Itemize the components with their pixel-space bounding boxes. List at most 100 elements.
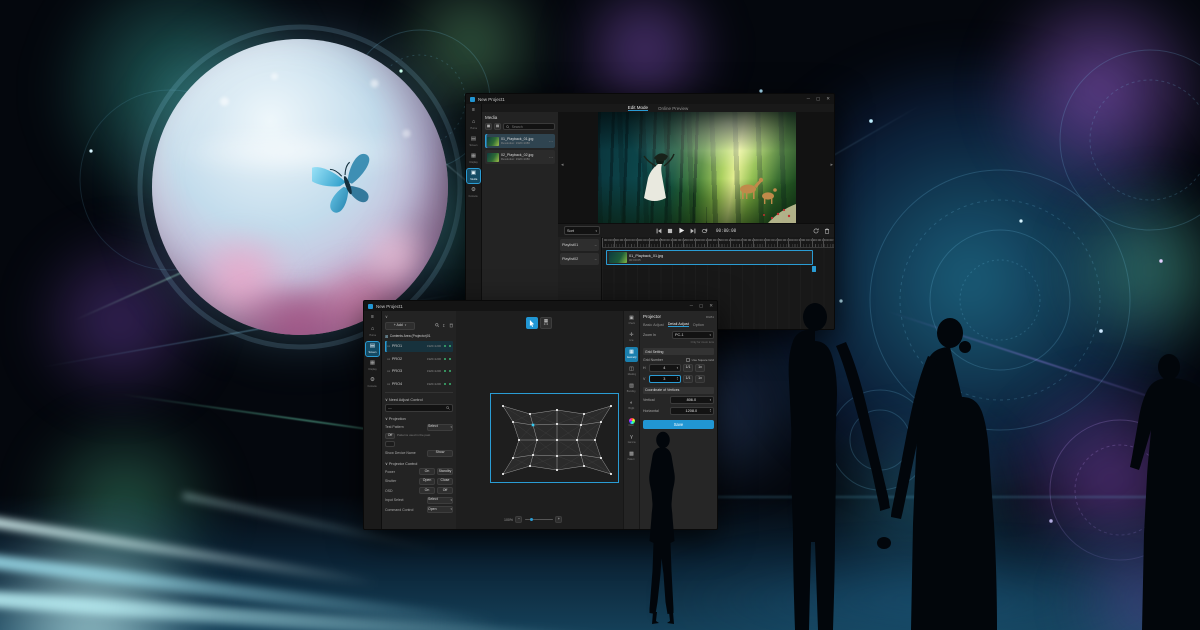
zoom-slider[interactable] xyxy=(525,519,553,521)
strip-item[interactable]: ▣ Check xyxy=(625,313,638,328)
test-pattern-select[interactable]: Select▾ xyxy=(427,424,453,431)
strip-item[interactable]: ▦ Geometry xyxy=(625,347,638,362)
maximize-button[interactable]: ▢ xyxy=(816,97,820,102)
grid-tool-button[interactable]: ▦ 2×2 xyxy=(540,317,552,329)
pattern-slot[interactable] xyxy=(385,441,395,447)
skip-back-icon[interactable] xyxy=(656,228,662,234)
player-titlebar[interactable]: New Project1 ─ ▢ ✕ xyxy=(466,94,834,104)
h-scale-button[interactable]: 1x xyxy=(695,364,705,372)
stop-icon[interactable] xyxy=(667,228,673,234)
strip-item[interactable]: ◐ Bright xyxy=(625,398,638,413)
device-row[interactable]: ▭ PRO3 1920×1200 xyxy=(385,366,453,377)
control-option-a[interactable]: On xyxy=(419,468,435,475)
maximize-button[interactable]: ▢ xyxy=(699,304,703,309)
prev-page-icon[interactable]: ◂ xyxy=(561,162,564,168)
control-option-b[interactable]: Off xyxy=(437,487,453,494)
properties-tab[interactable]: Detail Adjust xyxy=(668,322,689,327)
device-row[interactable]: ▭ PRO2 1920×1200 xyxy=(385,353,453,364)
close-button[interactable]: ✕ xyxy=(709,304,713,309)
vertical-spinner[interactable]: 806.0 ▴▾ xyxy=(670,396,714,404)
media-item[interactable]: 02_Playback_02.jpg Resolution: 1920×1080… xyxy=(485,150,555,164)
trash-icon[interactable] xyxy=(824,228,830,234)
rail-item[interactable]: ⌂ Home xyxy=(366,325,379,339)
control-option-b[interactable]: Close xyxy=(437,478,453,485)
projection-section[interactable]: ∨ Projection xyxy=(385,416,453,421)
next-page-icon[interactable]: ▸ xyxy=(830,162,833,168)
projector-control-section[interactable]: ∨ Projector Control xyxy=(385,461,453,466)
strip-item[interactable]: ▨ Blending xyxy=(625,381,638,396)
need-adjust-section[interactable]: ∨ Need Adjust Control xyxy=(385,397,453,402)
zoom-slider-knob[interactable] xyxy=(530,518,534,522)
playlist-row[interactable]: Playlist02 − xyxy=(560,253,599,265)
grid-view-button[interactable]: ▦ xyxy=(485,123,492,130)
h-step-button[interactable]: 1/1 xyxy=(683,364,693,372)
input-select-dropdown[interactable]: Select▾ xyxy=(427,497,453,504)
timeline-ruler[interactable]: 00:00:0000:00:0200:00:0400:00:0600:00:08… xyxy=(602,238,835,248)
menu-icon[interactable]: ≡ xyxy=(371,314,374,320)
strip-item[interactable]: ▩ Pattern xyxy=(625,449,638,464)
control-option-b[interactable]: Standby xyxy=(437,468,453,475)
zoom-in-select[interactable]: PC-1 ▾ xyxy=(672,331,714,339)
strip-item[interactable]: ✛ Line xyxy=(625,330,638,345)
zoom-out-button[interactable]: − xyxy=(515,516,522,523)
timeline-clip[interactable]: 01_Playback_01.jpg 00:00:05 xyxy=(606,250,813,265)
collapse-all-icon[interactable]: ∨ xyxy=(385,314,388,319)
v-step-button[interactable]: 1/1 xyxy=(683,375,693,383)
control-option-a[interactable]: Open xyxy=(419,478,435,485)
properties-tab[interactable]: Basic Adjust xyxy=(643,323,664,327)
device-row[interactable]: ▭ PRO1 1920×1200 xyxy=(385,341,453,352)
save-button[interactable]: Save xyxy=(643,420,714,429)
rail-item[interactable]: ▤ Screen xyxy=(366,342,379,356)
h-spinner[interactable]: 4 ▴▾ xyxy=(649,364,681,372)
strip-item[interactable]: ◫ Masking xyxy=(625,364,638,379)
loop-icon[interactable] xyxy=(701,228,708,234)
trash-icon[interactable] xyxy=(449,323,454,328)
warp-mesh[interactable] xyxy=(491,394,620,484)
media-search[interactable] xyxy=(503,123,555,130)
playlist-row[interactable]: Playlist01 − xyxy=(560,239,599,251)
warp-selection[interactable] xyxy=(490,393,619,483)
mode-tab[interactable]: Edit Mode xyxy=(628,105,648,111)
play-icon[interactable] xyxy=(678,227,685,234)
export-icon[interactable]: ↥ xyxy=(442,324,445,328)
search-input[interactable] xyxy=(510,124,552,130)
properties-tab[interactable]: Option xyxy=(693,323,704,327)
strip-item[interactable]: ● Color xyxy=(625,415,638,430)
collapse-icon[interactable]: − xyxy=(595,243,597,248)
rail-item[interactable]: ▣ Media xyxy=(467,169,480,183)
media-item[interactable]: 01_Playback_01.jpg Resolution: 1920×1080… xyxy=(485,134,555,148)
show-button[interactable]: Show xyxy=(427,450,453,457)
device-row[interactable]: ▭ PRO4 1920×1200 xyxy=(385,378,453,389)
menu-icon[interactable]: ≡ xyxy=(472,107,475,113)
strip-item[interactable]: γ Gamma xyxy=(625,432,638,447)
use-square-checkbox[interactable] xyxy=(686,358,690,362)
list-view-button[interactable]: ▤ xyxy=(494,123,501,130)
minimize-button[interactable]: ─ xyxy=(690,304,693,309)
sort-select[interactable]: Sort ▾ xyxy=(564,226,600,235)
command-control-dropdown[interactable]: Open▾ xyxy=(427,506,453,513)
add-button[interactable]: + Add ▾ xyxy=(385,322,415,330)
rail-item[interactable]: ⚙ Console xyxy=(467,186,480,200)
refresh-icon[interactable] xyxy=(813,228,819,234)
control-option-a[interactable]: On xyxy=(419,487,435,494)
horizontal-spinner[interactable]: 1208.0 ▴▾ xyxy=(670,407,714,415)
mode-tab[interactable]: Online Preview xyxy=(658,106,688,111)
warp-canvas[interactable]: ▦ 2×2 100% − + xyxy=(456,311,623,529)
rail-item[interactable]: ▤ Screen xyxy=(467,135,480,149)
minimize-button[interactable]: ─ xyxy=(807,97,810,102)
rail-item[interactable]: ▦ Display xyxy=(366,359,379,373)
skip-forward-icon[interactable] xyxy=(690,228,696,234)
close-button[interactable]: ✕ xyxy=(826,97,830,102)
v-scale-button[interactable]: 1x xyxy=(695,375,705,383)
more-icon[interactable]: ⋯ xyxy=(549,139,553,144)
v-spinner[interactable]: 3 ▴▾ xyxy=(649,375,681,383)
zoom-in-button[interactable]: + xyxy=(555,516,562,523)
collapse-icon[interactable]: − xyxy=(595,257,597,262)
rail-item[interactable]: ⌂ Home xyxy=(467,118,480,132)
clip-resize-handle[interactable] xyxy=(812,266,816,272)
more-icon[interactable]: ⋯ xyxy=(549,155,553,160)
mapper-titlebar[interactable]: New Project1 ─ ▢ ✕ xyxy=(364,301,717,311)
search-icon[interactable] xyxy=(435,323,440,328)
group-label[interactable]: Contents Area (Projector)01 xyxy=(390,334,431,338)
rail-item[interactable]: ⚙ Console xyxy=(366,376,379,390)
